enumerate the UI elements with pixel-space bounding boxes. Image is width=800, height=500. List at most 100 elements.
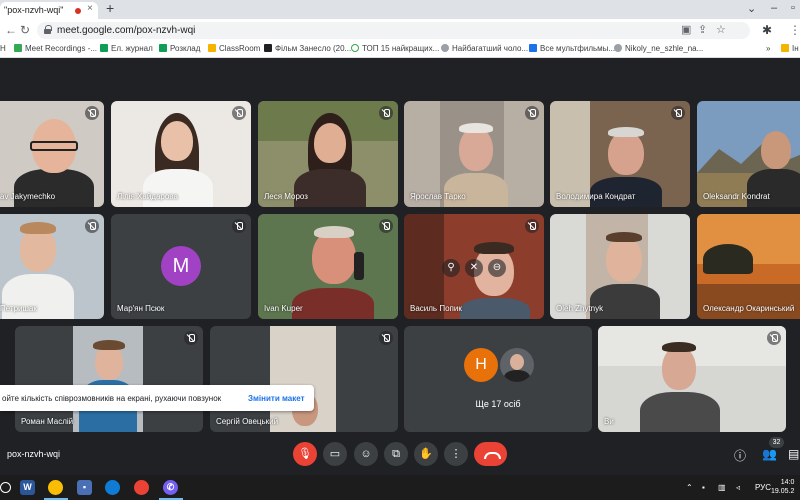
toast-message: ойте кількість співрозмовників на екрані… <box>2 394 222 403</box>
search-icon[interactable] <box>0 482 11 493</box>
browser-tab[interactable]: "pox-nzvh-wqi" × <box>0 2 98 19</box>
more-options-button[interactable]: ⋮ <box>444 442 468 466</box>
mic-off-icon <box>379 106 393 120</box>
bookmark-item[interactable]: Фільм Занесло (20... <box>264 44 351 53</box>
lock-icon <box>44 25 52 34</box>
participant-name: Лілія Хайдарова <box>117 192 178 201</box>
pin-icon[interactable]: ⚲ <box>442 259 460 277</box>
volume-icon[interactable]: ◃ <box>736 483 740 492</box>
participant-tile[interactable]: Ivan Kuper <box>258 214 398 319</box>
network-icon[interactable]: ▥ <box>718 483 726 492</box>
bookmark-item[interactable]: Ін <box>781 44 799 53</box>
tray-chevron-icon[interactable]: ⌃ <box>686 483 693 492</box>
participant-avatar <box>500 348 534 382</box>
bookmarks-bar: H Meet Recordings -... Ел. журнал Розкла… <box>0 42 800 58</box>
participant-name: Петришак <box>0 304 37 313</box>
participant-name: Мар'ян Псюк <box>117 304 165 313</box>
os-taskbar: W ▪ ✆ ⌃ ▪ ▥ ◃ РУС 14:0 19.05.2 <box>0 475 800 500</box>
person-figure <box>20 222 56 234</box>
bookmark-item[interactable]: ClassRoom <box>208 44 260 53</box>
language-indicator[interactable]: РУС <box>755 483 771 492</box>
participant-tile[interactable]: Володимира Кондрат <box>550 101 690 207</box>
tab-close-icon[interactable]: × <box>87 3 93 14</box>
mic-toggle-button[interactable]: 🎙 <box>293 442 317 466</box>
bookmark-item[interactable]: Nikoly_ne_szhle_na... <box>614 44 703 53</box>
mic-off-icon <box>671 106 685 120</box>
maximize-icon[interactable]: ▫ <box>791 2 795 14</box>
participant-tile[interactable]: Роман Маслій <box>15 326 203 432</box>
person-figure <box>640 392 720 432</box>
self-tile[interactable]: Ви <box>598 326 786 432</box>
more-participants-tile[interactable]: Н Ще 17 осіб <box>404 326 592 432</box>
leave-call-button[interactable] <box>474 442 507 466</box>
mute-icon[interactable]: ✕ <box>465 259 483 277</box>
participant-tile[interactable]: M Мар'ян Псюк <box>111 214 251 319</box>
extensions-icon[interactable]: ✱ <box>762 23 772 37</box>
chrome-alt-icon[interactable] <box>134 480 149 495</box>
more-menu-icon[interactable]: ⋮ <box>789 23 800 37</box>
person-figure <box>590 284 660 319</box>
url-input[interactable]: meet.google.com/pox-nzvh-wqi ▣ ⇪ ☆ <box>37 22 750 39</box>
mic-off-icon <box>525 219 539 233</box>
reload-icon[interactable]: ↻ <box>20 23 30 37</box>
mic-off-icon <box>232 106 246 120</box>
bookmark-item[interactable]: ТОП 15 найкращих... <box>351 44 439 53</box>
bookmark-item[interactable]: Розклад <box>159 44 200 53</box>
change-layout-button[interactable]: Змінити макет <box>248 394 305 403</box>
system-clock[interactable]: 14:0 19.05.2 <box>771 478 794 496</box>
chrome-icon[interactable] <box>48 480 63 495</box>
participant-tile[interactable]: Oleh Zhytnyk <box>550 214 690 319</box>
people-icon[interactable]: 👥 <box>762 447 777 461</box>
new-tab-button[interactable]: + <box>106 0 114 16</box>
clock-date: 19.05.2 <box>771 488 795 495</box>
back-icon[interactable]: ← <box>5 23 17 37</box>
edge-icon[interactable] <box>105 480 120 495</box>
bookmark-item[interactable]: Найбагатший чоло... <box>441 44 528 53</box>
mic-off-icon <box>767 331 781 345</box>
chat-icon[interactable]: ▤ <box>788 447 799 461</box>
bookmark-star-icon[interactable]: ☆ <box>716 23 726 36</box>
participant-name: av Jakymechko <box>0 192 56 201</box>
reactions-button[interactable]: ☺ <box>354 442 378 466</box>
minimize-icon[interactable]: – <box>771 2 777 14</box>
bookmark-item[interactable]: Ел. журнал <box>100 44 153 53</box>
participant-tile[interactable]: Oleksandr Kondrat <box>697 101 800 207</box>
bookmark-item[interactable]: Все мультфильмы... <box>529 44 615 53</box>
mic-off-icon <box>232 219 246 233</box>
participant-tile[interactable]: ⚲ ✕ ⊖ Василь Попик <box>404 214 544 319</box>
tab-search-icon[interactable]: ⌄ <box>747 2 756 15</box>
participant-tile[interactable]: Петришак <box>0 214 104 319</box>
participant-tile[interactable]: Леся Мороз <box>258 101 398 207</box>
participant-tile[interactable]: av Jakymechko <box>0 101 104 207</box>
participant-tile[interactable]: Ярослав Тарко <box>404 101 544 207</box>
viber-icon[interactable]: ✆ <box>163 480 178 495</box>
participant-name: Ivan Kuper <box>264 304 303 313</box>
participant-tile[interactable]: Олександр Окаринський <box>697 214 800 319</box>
mic-off-icon: 🎙 <box>298 448 312 460</box>
word-icon[interactable]: W <box>20 480 35 495</box>
share-icon[interactable]: ⇪ <box>698 23 707 36</box>
tree-figure <box>703 244 753 274</box>
person-figure <box>459 127 493 171</box>
remove-icon[interactable]: ⊖ <box>488 259 506 277</box>
meeting-info-icon[interactable]: ⓘ <box>734 447 746 464</box>
camera-permission-icon[interactable]: ▣ <box>681 23 691 36</box>
bookmark-item[interactable]: H <box>0 44 6 53</box>
mic-off-icon <box>379 219 393 233</box>
present-button[interactable]: ⧉ <box>384 442 408 466</box>
participant-tile[interactable]: Лілія Хайдарова <box>111 101 251 207</box>
person-figure <box>444 173 508 207</box>
glasses-figure <box>30 141 78 151</box>
url-text: meet.google.com/pox-nzvh-wqi <box>57 25 196 36</box>
participant-tile[interactable]: Сергій Овецький <box>210 326 398 432</box>
more-bookmarks-icon[interactable]: » <box>766 44 770 53</box>
mic-off-icon <box>379 331 393 345</box>
raise-hand-button[interactable]: ✋ <box>414 442 438 466</box>
save-icon[interactable]: ▪ <box>77 480 92 495</box>
bookmark-item[interactable]: Meet Recordings -... <box>14 44 97 53</box>
participant-name: Oleh Zhytnyk <box>556 304 604 313</box>
tray-app-icon[interactable]: ▪ <box>702 483 705 492</box>
meeting-code: pox-nzvh-wqi <box>7 449 61 459</box>
person-figure <box>606 232 642 242</box>
camera-toggle-button[interactable]: ▭ <box>323 442 347 466</box>
